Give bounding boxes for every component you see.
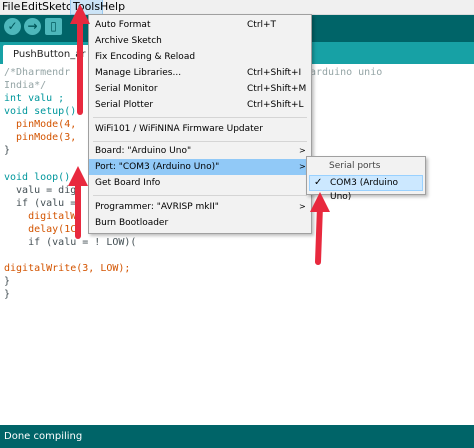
arrow-icon bbox=[310, 192, 330, 265]
arrow-icon bbox=[68, 166, 88, 239]
annotation-arrows bbox=[68, 4, 330, 265]
arrow-icon bbox=[70, 4, 90, 115]
